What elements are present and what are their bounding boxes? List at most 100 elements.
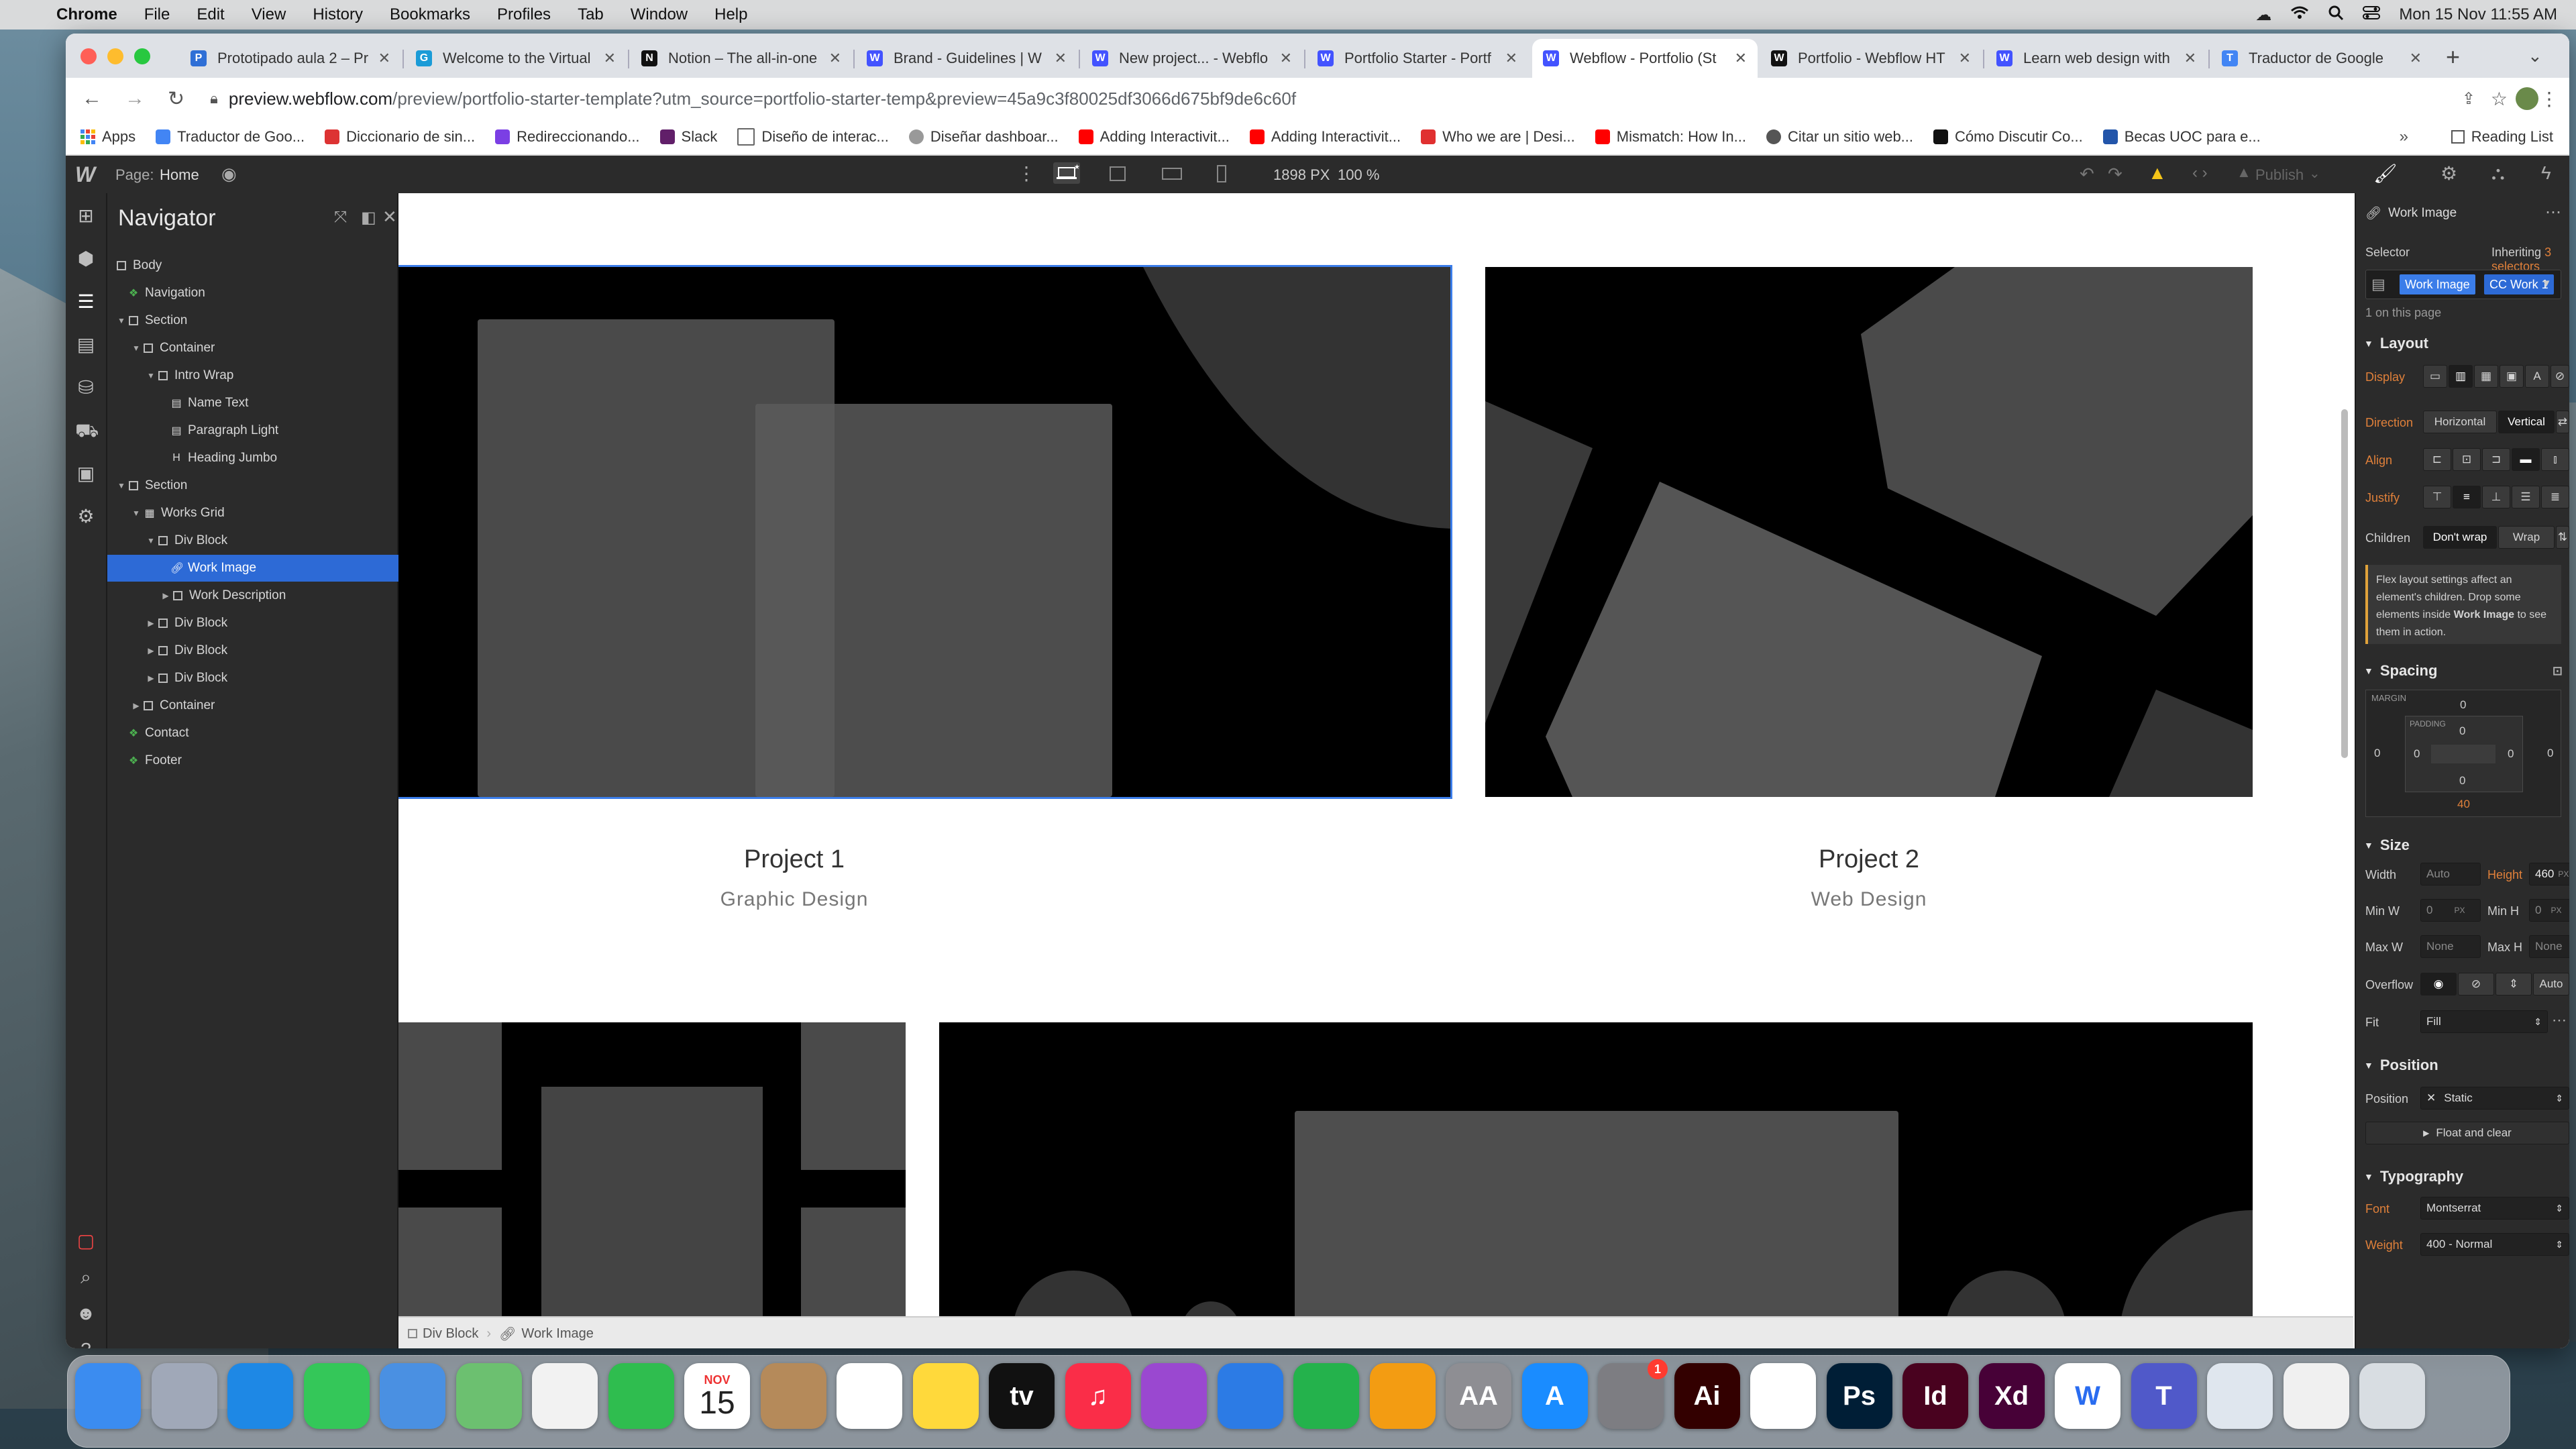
facetime-dock-icon[interactable] bbox=[608, 1363, 674, 1429]
margin-right-value[interactable]: 0 bbox=[2547, 747, 2553, 760]
justify-space-around-icon[interactable]: ≣ bbox=[2541, 486, 2569, 508]
bookmark-star-icon[interactable]: ☆ bbox=[2491, 88, 2508, 110]
chevron-down-icon[interactable]: ▾ bbox=[2543, 276, 2550, 291]
browser-tab[interactable]: W Portfolio Starter - Portf ✕ bbox=[1307, 39, 1528, 78]
publish-button[interactable]: Publish bbox=[2255, 166, 2304, 184]
caret-down-icon[interactable]: ▼ bbox=[131, 343, 141, 353]
bookmark-item[interactable]: Diseñar dashboar... bbox=[908, 128, 1059, 146]
caret-down-icon[interactable]: ▼ bbox=[146, 536, 156, 545]
nav-node-div-block[interactable]: ▶Div Block ⌗ bbox=[107, 665, 436, 692]
trash-dock-icon[interactable] bbox=[2359, 1363, 2425, 1429]
add-panel-icon[interactable]: ⊞ bbox=[75, 205, 97, 227]
align-baseline-icon[interactable]: ⫾ bbox=[2541, 448, 2569, 471]
bookmark-item[interactable]: Citar un sitio web... bbox=[1766, 128, 1913, 146]
font-select[interactable]: Montserrat ⇕ bbox=[2420, 1197, 2569, 1220]
font-book-dock-icon[interactable]: AA bbox=[1446, 1363, 1511, 1429]
margin-left-value[interactable]: 0 bbox=[2374, 747, 2380, 760]
podcasts-dock-icon[interactable] bbox=[1141, 1363, 1207, 1429]
more-options-icon[interactable]: ⋮ bbox=[1017, 162, 1036, 184]
reminders-dock-icon[interactable] bbox=[837, 1363, 902, 1429]
tab-close-icon[interactable]: ✕ bbox=[1959, 50, 1971, 67]
reverse-direction-icon[interactable]: ⇄ bbox=[2556, 411, 2569, 433]
project-category[interactable]: Graphic Design bbox=[398, 888, 1190, 911]
breakpoint-mobile-icon[interactable] bbox=[1217, 165, 1226, 182]
cms-database-icon[interactable]: ⛁ bbox=[75, 377, 97, 398]
profile-avatar[interactable] bbox=[2516, 87, 2538, 110]
display-inline-block-icon[interactable]: ▣ bbox=[2500, 365, 2524, 388]
browser-tab[interactable]: W Learn web design with ✕ bbox=[1986, 39, 2207, 78]
padding-right-value[interactable]: 0 bbox=[2508, 747, 2514, 761]
tab-search-icon[interactable]: ⌄ bbox=[2528, 46, 2542, 66]
nav-node-body[interactable]: Body bbox=[107, 252, 407, 279]
settings-gear-icon[interactable]: ⚙ bbox=[75, 506, 97, 527]
bookmarks-overflow-icon[interactable]: » bbox=[2400, 127, 2408, 146]
tab-close-icon[interactable]: ✕ bbox=[2184, 50, 2196, 67]
section-header-spacing[interactable]: ▼ Spacing ⊡ bbox=[2356, 657, 2569, 684]
selector-menu-icon[interactable]: ▤ bbox=[2371, 276, 2385, 293]
control-center-icon[interactable] bbox=[2363, 5, 2381, 25]
browser-tab[interactable]: W Brand - Guidelines | W ✕ bbox=[856, 39, 1077, 78]
work-image-selected[interactable] bbox=[398, 265, 1452, 799]
finder-dock-icon[interactable] bbox=[75, 1363, 141, 1429]
app-store-dock-icon[interactable]: A bbox=[1521, 1363, 1588, 1429]
contacts-dock-icon[interactable] bbox=[760, 1363, 826, 1429]
menu-edit[interactable]: Edit bbox=[197, 5, 224, 24]
direction-vertical-button[interactable]: Vertical bbox=[2498, 411, 2555, 433]
messages-dock-icon[interactable] bbox=[303, 1363, 370, 1429]
navigator-icon[interactable]: ☰ bbox=[75, 291, 97, 313]
justify-center-icon[interactable]: ≡ bbox=[2453, 486, 2481, 508]
reading-list-button[interactable]: Reading List bbox=[2451, 128, 2553, 146]
symbols-cube-icon[interactable]: ⬢ bbox=[75, 248, 97, 270]
menu-profiles[interactable]: Profiles bbox=[497, 5, 551, 24]
music-dock-icon[interactable]: ♫ bbox=[1065, 1363, 1131, 1429]
forward-arrow-icon[interactable]: → bbox=[125, 87, 145, 110]
caret-right-icon[interactable]: ▶ bbox=[131, 701, 141, 710]
wrap-button[interactable]: Wrap bbox=[2498, 526, 2555, 549]
weight-select[interactable]: 400 - Normal ⇕ bbox=[2420, 1233, 2569, 1256]
bookmark-item[interactable]: Redireccionando... bbox=[495, 128, 640, 146]
section-header-layout[interactable]: ▼ Layout bbox=[2356, 330, 2569, 357]
safari-dock-icon[interactable] bbox=[227, 1363, 293, 1429]
teams-dock-icon[interactable]: T bbox=[2131, 1363, 2197, 1429]
tab-close-icon[interactable]: ✕ bbox=[829, 50, 841, 67]
project-title[interactable]: Project 2 bbox=[1485, 845, 2253, 874]
nav-node-container[interactable]: ▶ Container bbox=[107, 692, 421, 719]
selector-chip[interactable]: Work Image bbox=[2400, 274, 2475, 294]
bookmark-item[interactable]: Becas UOC para e... bbox=[2102, 128, 2261, 146]
work-image[interactable] bbox=[1485, 267, 2253, 797]
photoshop-dock-icon[interactable]: Ps bbox=[1826, 1363, 1892, 1429]
keynote-dock-icon[interactable] bbox=[1217, 1363, 1283, 1429]
tab-close-icon[interactable]: ✕ bbox=[1505, 50, 1517, 67]
menu-file[interactable]: File bbox=[144, 5, 170, 24]
display-block-icon[interactable]: ▭ bbox=[2423, 365, 2447, 388]
chrome-dock-icon[interactable] bbox=[1750, 1363, 1816, 1429]
browser-tab[interactable]: W Portfolio - Webflow HT ✕ bbox=[1760, 39, 1982, 78]
address-bar[interactable]: preview.webflow.com/preview/portfolio-st… bbox=[229, 89, 1296, 109]
ecommerce-cart-icon[interactable]: ⛟ bbox=[75, 420, 99, 441]
nav-node-navigation[interactable]: ❖ Navigation bbox=[107, 280, 417, 307]
breadcrumb-item[interactable]: Work Image bbox=[521, 1326, 593, 1342]
min-height-input[interactable]: 0 PX bbox=[2529, 899, 2569, 922]
work-image[interactable] bbox=[939, 1022, 2253, 1348]
share-icon[interactable]: ⇪ bbox=[2462, 89, 2475, 109]
breakpoint-desktop-icon[interactable]: ★ bbox=[1053, 162, 1080, 184]
padding-top-value[interactable]: 0 bbox=[2459, 724, 2465, 738]
work-image[interactable] bbox=[398, 1022, 906, 1348]
page-selector[interactable]: Home bbox=[160, 166, 199, 184]
display-grid-icon[interactable]: ▦ bbox=[2474, 365, 2498, 388]
section-header-typography[interactable]: ▼ Typography bbox=[2356, 1163, 2569, 1190]
caret-down-icon[interactable]: ▼ bbox=[117, 316, 126, 325]
maps-dock-icon[interactable] bbox=[455, 1363, 522, 1429]
caret-right-icon[interactable]: ▶ bbox=[161, 591, 170, 600]
position-select[interactable]: ✕ Static ⇕ bbox=[2420, 1087, 2569, 1110]
nav-node-container[interactable]: ▼ Container bbox=[107, 335, 421, 362]
tab-close-icon[interactable]: ✕ bbox=[604, 50, 616, 67]
indesign-dock-icon[interactable]: Id bbox=[1902, 1363, 1968, 1429]
bookmark-item[interactable]: Traductor de Goo... bbox=[156, 128, 305, 146]
spotlight-search-icon[interactable] bbox=[2328, 5, 2344, 25]
pages-dock-icon[interactable] bbox=[1369, 1363, 1436, 1429]
tab-close-icon[interactable]: ✕ bbox=[1055, 50, 1067, 67]
system-preferences-dock-icon[interactable]: 1 bbox=[1598, 1359, 1668, 1429]
caret-right-icon[interactable]: ▶ bbox=[146, 646, 156, 655]
numbers-dock-icon[interactable] bbox=[1293, 1363, 1359, 1429]
